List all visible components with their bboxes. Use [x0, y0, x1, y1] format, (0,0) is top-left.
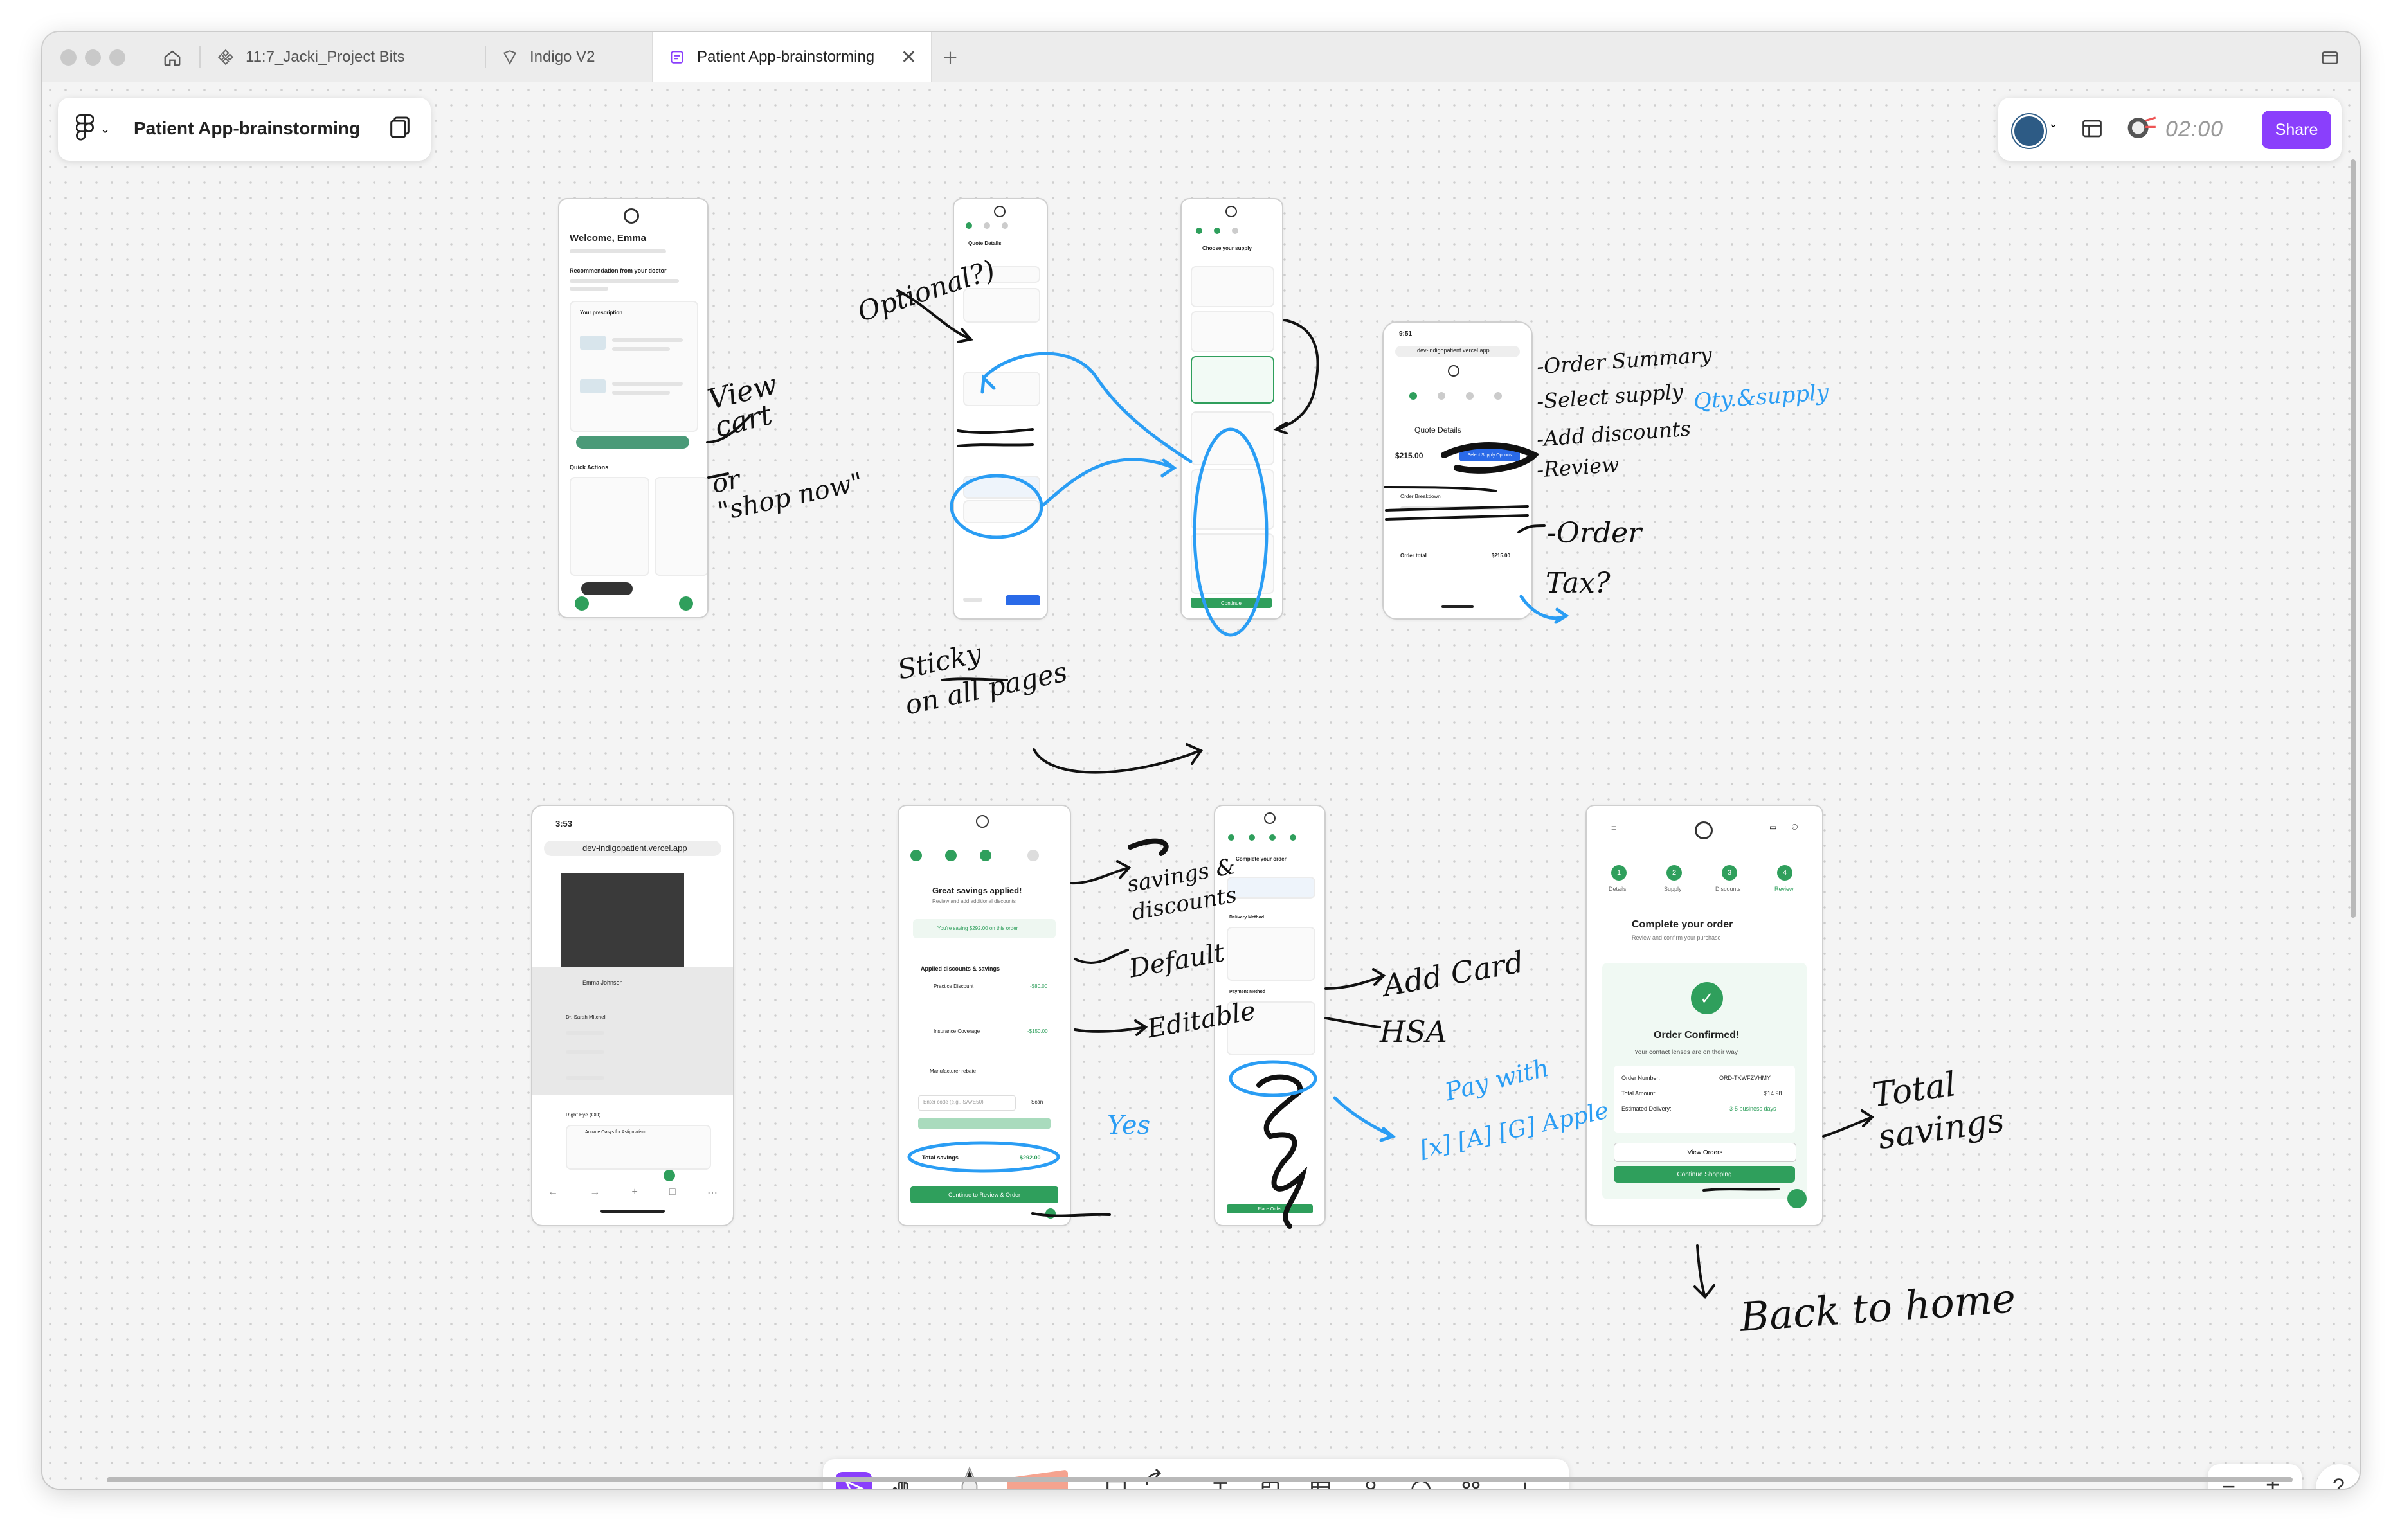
- zoom-window-button[interactable]: [109, 49, 125, 66]
- tab-indigo-v2[interactable]: Indigo V2: [500, 32, 635, 82]
- component-icon: [216, 48, 235, 67]
- close-tab-icon[interactable]: ✕: [901, 46, 917, 69]
- app-window: 11:7_Jacki_Project Bits Indigo V2 Patien…: [42, 32, 2360, 1489]
- ink-strokes: [706, 289, 1875, 1300]
- tab-label: Patient App-brainstorming: [697, 48, 875, 66]
- sidebar-toggle-icon[interactable]: [2313, 41, 2347, 75]
- tab-label: Indigo V2: [530, 48, 595, 66]
- tab-bar: 11:7_Jacki_Project Bits Indigo V2 Patien…: [42, 32, 2360, 84]
- blue-circle-discount: [950, 474, 1043, 539]
- bottom-toolbar: [823, 1459, 1569, 1489]
- horizontal-scrollbar[interactable]: [107, 1477, 2293, 1482]
- arrow-sticky: [1033, 743, 1204, 774]
- blue-circle-total: [907, 1141, 1060, 1173]
- slide-icon: [500, 48, 519, 67]
- whiteboard-canvas[interactable]: ⌄ Patient App-brainstorming ⌄ 02:00 Shar…: [42, 82, 2360, 1489]
- minimize-window-button[interactable]: [85, 49, 101, 66]
- close-window-button[interactable]: [60, 49, 77, 66]
- arrow-view-cart: [706, 415, 751, 443]
- tab-project-bits[interactable]: 11:7_Jacki_Project Bits: [216, 32, 486, 82]
- arrow-optional: [896, 289, 973, 343]
- vertical-scrollbar[interactable]: [2351, 159, 2356, 918]
- new-tab-icon[interactable]: [934, 41, 967, 75]
- tab-label: 11:7_Jacki_Project Bits: [246, 48, 405, 66]
- blue-circle-supply: [1193, 427, 1269, 637]
- zoom-controls: − +: [2208, 1464, 2302, 1489]
- home-icon[interactable]: [156, 41, 189, 75]
- figjam-file-icon: [667, 48, 687, 67]
- help-label: ?: [2333, 1474, 2345, 1489]
- pen-tool-icon[interactable]: [952, 1464, 988, 1489]
- arrow-loop: [1273, 319, 1319, 434]
- tab-patient-app[interactable]: Patient App-brainstorming ✕: [652, 32, 932, 82]
